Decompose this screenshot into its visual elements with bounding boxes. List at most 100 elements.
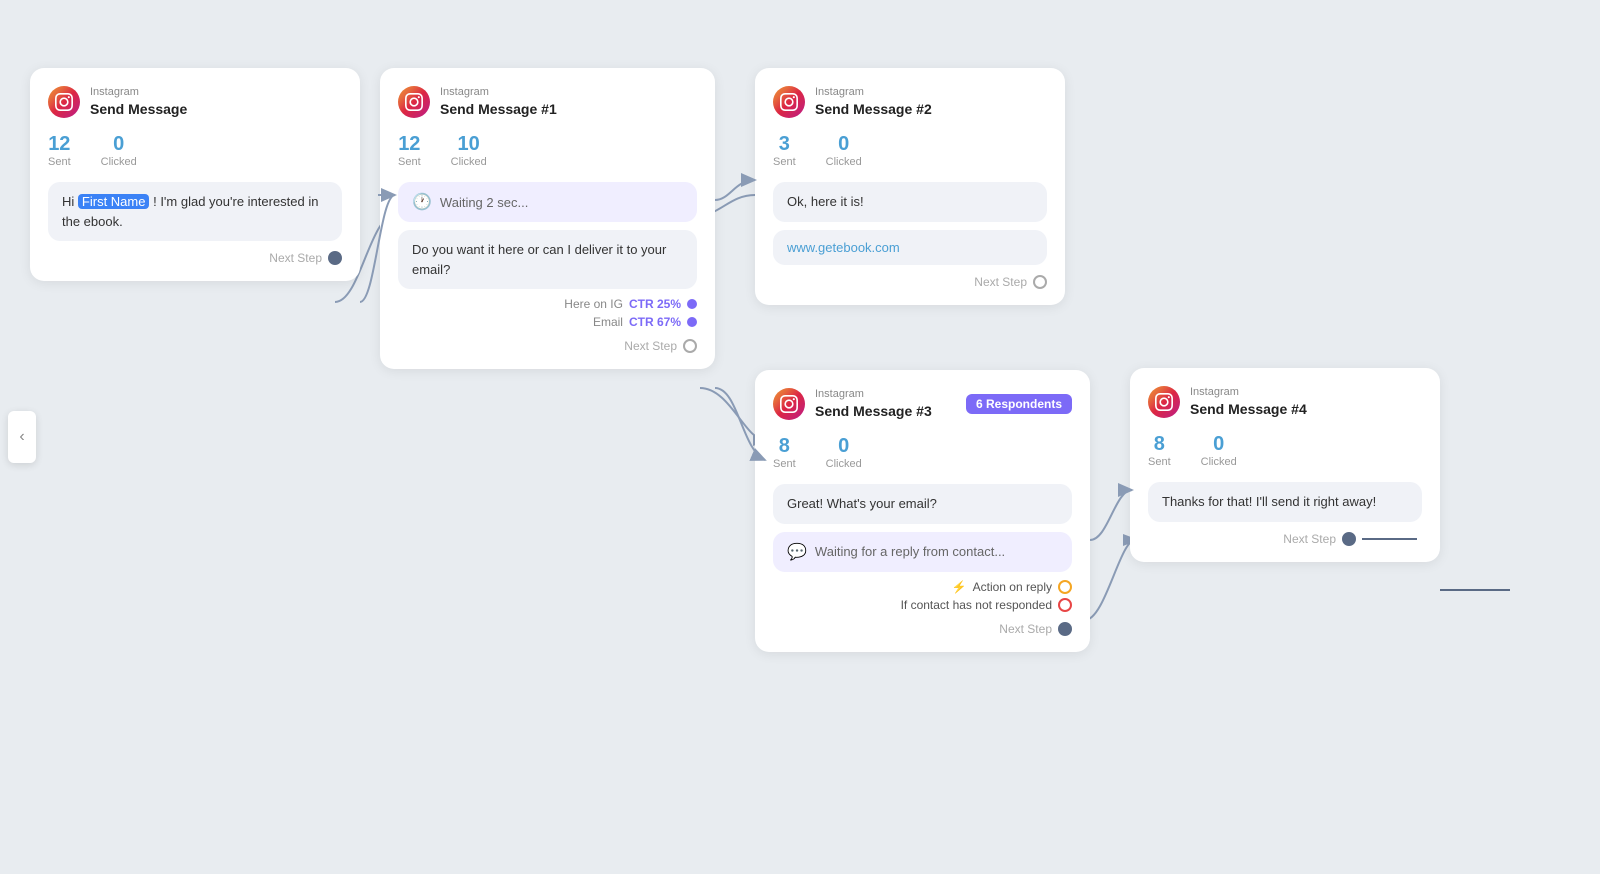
card2-clicked-num: 10 [458, 132, 480, 156]
card5-clicked-stat: 0 Clicked [1201, 432, 1237, 468]
card4-not-responded-dot [1058, 598, 1072, 612]
card1-clicked-label: Clicked [101, 156, 137, 168]
card2-sent-label: Sent [398, 156, 421, 168]
card3-header: Instagram Send Message #2 [773, 86, 1047, 118]
card4-respondents-badge: 6 Respondents [966, 394, 1072, 414]
lightning-icon-4: ⚡ [952, 580, 967, 594]
card1-header: Instagram Send Message [48, 86, 342, 118]
card-send-message-4: Instagram Send Message #4 8 Sent 0 Click… [1130, 368, 1440, 562]
card5-header: Instagram Send Message #4 [1148, 386, 1422, 418]
card5-stats: 8 Sent 0 Clicked [1148, 432, 1422, 468]
card4-title: Send Message #3 [815, 402, 932, 420]
card-send-message-3: Instagram Send Message #3 6 Respondents … [755, 370, 1090, 652]
card2-clicked-stat: 10 Clicked [451, 132, 487, 168]
card2-waiting: 🕐 Waiting 2 sec... [398, 182, 697, 222]
card3-clicked-label: Clicked [826, 156, 862, 168]
card1-clicked-stat: 0 Clicked [101, 132, 137, 168]
card3-message1-text: Ok, here it is! [787, 194, 864, 209]
card2-next-step[interactable]: Next Step [398, 339, 697, 353]
card4-header: Instagram Send Message #3 6 Respondents [773, 388, 1072, 420]
reply-icon-4: 💬 [787, 542, 807, 562]
card1-stats: 12 Sent 0 Clicked [48, 132, 342, 168]
card3-title: Send Message #2 [815, 100, 932, 118]
card5-message-text: Thanks for that! I'll send it right away… [1162, 494, 1376, 509]
card4-next-step[interactable]: Next Step [773, 622, 1072, 636]
card4-waiting-text: Waiting for a reply from contact... [815, 544, 1005, 559]
card3-next-step-dot [1033, 275, 1047, 289]
card3-next-step[interactable]: Next Step [773, 275, 1047, 289]
card3-next-step-label: Next Step [974, 275, 1027, 289]
card4-message-text: Great! What's your email? [787, 496, 937, 511]
card5-next-step-label: Next Step [1283, 532, 1336, 546]
card2-ctr1-row: Here on IG CTR 25% [398, 297, 697, 311]
card2-ctr67-badge: CTR 67% [629, 315, 681, 329]
card4-not-responded-row: If contact has not responded [773, 598, 1072, 612]
card1-next-step-label: Next Step [269, 251, 322, 265]
card4-header-text: Instagram Send Message #3 [815, 388, 932, 419]
card1-hi-text: Hi [62, 194, 74, 209]
card4-clicked-label: Clicked [826, 458, 862, 470]
card2-next-step-label: Next Step [624, 339, 677, 353]
card3-stats: 3 Sent 0 Clicked [773, 132, 1047, 168]
card1-title: Send Message [90, 100, 187, 118]
card4-sent-num: 8 [779, 434, 790, 458]
card5-clicked-num: 0 [1213, 432, 1224, 456]
card1-next-step-dot [328, 251, 342, 265]
card1-sent-label: Sent [48, 156, 71, 168]
card2-ctr25-badge: CTR 25% [629, 297, 681, 311]
card1-firstname-tag: First Name [78, 194, 150, 209]
instagram-icon-5 [1148, 386, 1180, 418]
card5-next-step[interactable]: Next Step [1148, 532, 1422, 546]
card3-sent-label: Sent [773, 156, 796, 168]
card2-stats: 12 Sent 10 Clicked [398, 132, 697, 168]
card4-clicked-stat: 0 Clicked [826, 434, 862, 470]
card-send-message-2: Instagram Send Message #2 3 Sent 0 Click… [755, 68, 1065, 305]
card4-not-responded-label: If contact has not responded [901, 598, 1052, 612]
card5-next-step-dot [1342, 532, 1356, 546]
card1-next-step[interactable]: Next Step [48, 251, 342, 265]
card3-link: www.getebook.com [787, 240, 900, 255]
card2-ctr25-dot [687, 299, 697, 309]
card5-next-step-line [1362, 537, 1422, 541]
card2-header-text: Instagram Send Message #1 [440, 86, 557, 117]
left-nav-button[interactable]: ‹ [8, 411, 36, 463]
card4-waiting: 💬 Waiting for a reply from contact... [773, 532, 1072, 572]
card5-sent-num: 8 [1154, 432, 1165, 456]
card4-action-on-reply-label: Action on reply [973, 580, 1052, 594]
card4-sent-label: Sent [773, 458, 796, 470]
card4-stats: 8 Sent 0 Clicked [773, 434, 1072, 470]
card2-ctr67-dot [687, 317, 697, 327]
card4-action-reply-dot [1058, 580, 1072, 594]
card4-platform: Instagram [815, 388, 932, 401]
card1-platform: Instagram [90, 86, 187, 99]
card2-clicked-label: Clicked [451, 156, 487, 168]
card5-message: Thanks for that! I'll send it right away… [1148, 482, 1422, 522]
card2-ctr2-row: Email CTR 67% [398, 315, 697, 329]
card5-title: Send Message #4 [1190, 400, 1307, 418]
card1-message: Hi First Name ! I'm glad you're interest… [48, 182, 342, 241]
card4-message: Great! What's your email? [773, 484, 1072, 524]
card5-sent-label: Sent [1148, 456, 1171, 468]
card5-clicked-label: Clicked [1201, 456, 1237, 468]
instagram-icon-3 [773, 86, 805, 118]
card2-platform: Instagram [440, 86, 557, 99]
card3-clicked-stat: 0 Clicked [826, 132, 862, 168]
card-send-message: Instagram Send Message 12 Sent 0 Clicked… [30, 68, 360, 281]
instagram-icon-2 [398, 86, 430, 118]
card3-clicked-num: 0 [838, 132, 849, 156]
card2-here-on-ig-label: Here on IG [564, 297, 623, 311]
card3-platform: Instagram [815, 86, 932, 99]
left-arrow-icon: ‹ [19, 428, 24, 446]
clock-icon-2: 🕐 [412, 192, 432, 212]
card2-message: Do you want it here or can I deliver it … [398, 230, 697, 289]
card1-clicked-num: 0 [113, 132, 124, 156]
instagram-icon-1 [48, 86, 80, 118]
instagram-icon-4 [773, 388, 805, 420]
card2-email-label: Email [593, 315, 623, 329]
card-send-message-1: Instagram Send Message #1 12 Sent 10 Cli… [380, 68, 715, 369]
card2-message-text: Do you want it here or can I deliver it … [412, 242, 666, 277]
card5-sent-stat: 8 Sent [1148, 432, 1171, 468]
card5-platform: Instagram [1190, 386, 1307, 399]
card4-next-step-dot [1058, 622, 1072, 636]
card3-message1: Ok, here it is! [773, 182, 1047, 222]
